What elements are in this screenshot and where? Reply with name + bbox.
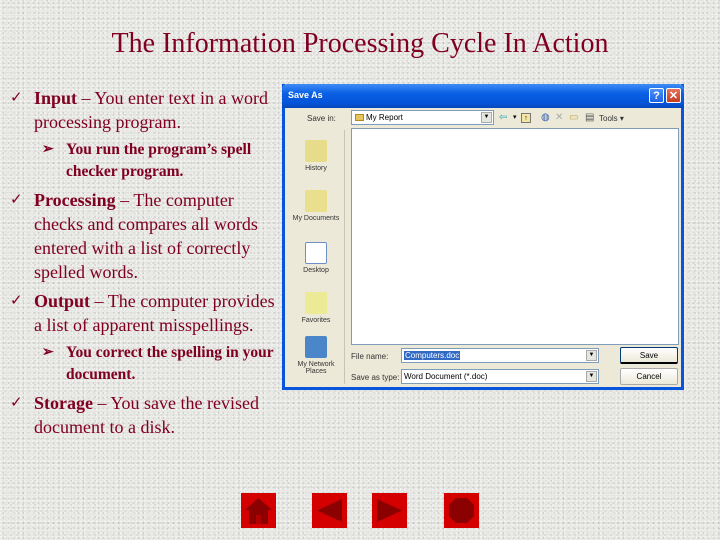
save-in-dropdown[interactable]: My Report ▼ <box>351 110 494 125</box>
bullet-term: Output <box>34 291 91 311</box>
place-network[interactable]: My Network Places <box>288 336 344 375</box>
check-icon: ✓ <box>10 192 23 208</box>
save-as-dialog: Save As ? ✕ Save in: My Report ▼ ⇦ ▾ ↑ ◍… <box>282 84 684 390</box>
check-icon: ✓ <box>10 90 23 106</box>
places-bar: History My Documents Desktop Favorites M… <box>288 130 345 384</box>
bullet-storage: ✓ Storage – You save the revised documen… <box>8 391 276 439</box>
arrow-bullet-icon: ➢ <box>42 345 54 360</box>
check-icon: ✓ <box>10 395 23 411</box>
my-documents-icon <box>305 190 327 212</box>
delete-icon[interactable]: ✕ <box>555 112 563 124</box>
end-show-button[interactable] <box>444 493 479 528</box>
chevron-down-icon[interactable]: ▼ <box>481 112 492 123</box>
bullet-processing: ✓ Processing – The computer checks and c… <box>8 188 276 284</box>
place-label: History <box>305 165 327 172</box>
place-label: Favorites <box>301 317 331 324</box>
bullet-term: Storage <box>34 393 93 413</box>
place-my-documents[interactable]: My Documents <box>288 190 344 222</box>
sub-bullet: ➢ You correct the spelling in your docum… <box>8 342 276 386</box>
place-favorites[interactable]: Favorites <box>288 292 344 324</box>
favorites-icon <box>305 292 327 314</box>
tools-menu[interactable]: Tools ▾ <box>599 114 624 123</box>
cancel-button[interactable]: Cancel <box>620 368 678 385</box>
place-label: My Network Places <box>297 361 335 375</box>
help-button[interactable]: ? <box>649 88 664 103</box>
file-name-label: File name: <box>351 352 389 361</box>
end-icon <box>449 498 474 523</box>
folder-icon <box>355 114 364 121</box>
network-places-icon <box>305 336 327 358</box>
save-in-label: Save in: <box>307 114 336 123</box>
file-list[interactable] <box>351 128 679 345</box>
new-folder-icon[interactable]: ▭ <box>569 112 578 124</box>
check-icon: ✓ <box>10 293 23 309</box>
save-type-label: Save as type: <box>351 373 400 382</box>
sub-bullet-text: You correct the spelling in your documen… <box>66 344 274 383</box>
place-desktop[interactable]: Desktop <box>288 242 344 274</box>
views-icon[interactable]: ▤ <box>585 112 594 124</box>
chevron-down-icon[interactable]: ▼ <box>586 371 597 382</box>
home-icon <box>245 498 272 524</box>
arrow-bullet-icon: ➢ <box>42 142 54 157</box>
save-button[interactable]: Save <box>620 347 678 364</box>
file-name-input[interactable]: Computers.doc ▼ <box>401 348 599 363</box>
search-web-icon[interactable]: ◍ <box>541 112 550 124</box>
back-dropdown-icon[interactable]: ▾ <box>513 112 517 124</box>
bullet-input: ✓ Input – You enter text in a word proce… <box>8 86 276 134</box>
file-name-value: Computers.doc <box>404 351 461 360</box>
home-button[interactable] <box>241 493 276 528</box>
dialog-titlebar[interactable]: Save As ? ✕ <box>282 84 684 108</box>
bullet-term: Input <box>34 88 78 108</box>
forward-icon <box>377 499 402 522</box>
save-type-dropdown[interactable]: Word Document (*.doc) ▼ <box>401 369 599 384</box>
close-button[interactable]: ✕ <box>666 88 681 103</box>
place-history[interactable]: History <box>288 140 344 172</box>
sub-bullet-text: You run the program’s spell checker prog… <box>66 141 252 180</box>
save-in-value: My Report <box>366 113 403 122</box>
desktop-icon <box>305 242 327 264</box>
history-icon <box>305 140 327 162</box>
back-arrow-icon[interactable]: ⇦ <box>499 112 507 124</box>
next-slide-button[interactable] <box>372 493 407 528</box>
place-label: My Documents <box>292 215 340 222</box>
up-folder-icon[interactable]: ↑ <box>521 113 531 123</box>
previous-slide-button[interactable] <box>312 493 347 528</box>
slide-title: The Information Processing Cycle In Acti… <box>111 28 609 59</box>
bullet-list: ✓ Input – You enter text in a word proce… <box>8 86 276 444</box>
sub-bullet: ➢ You run the program’s spell checker pr… <box>8 139 276 183</box>
place-label: Desktop <box>303 267 329 274</box>
back-icon <box>317 499 342 522</box>
bullet-term: Processing <box>34 190 116 210</box>
save-type-value: Word Document (*.doc) <box>404 372 488 381</box>
chevron-down-icon[interactable]: ▼ <box>586 350 597 361</box>
dialog-title: Save As <box>288 90 323 100</box>
bullet-output: ✓ Output – The computer provides a list … <box>8 289 276 337</box>
